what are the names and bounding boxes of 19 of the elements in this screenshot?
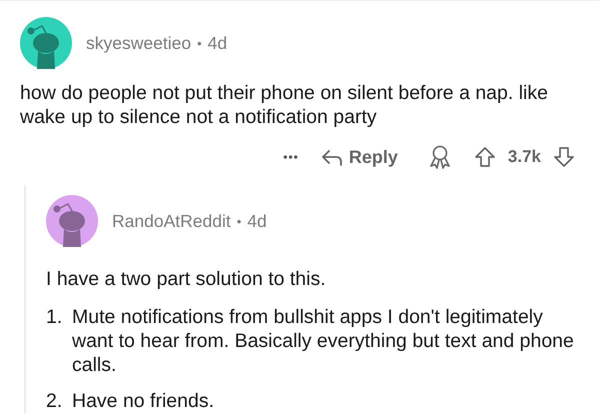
username[interactable]: skyesweetieo — [86, 32, 192, 54]
separator-dot: • — [197, 36, 202, 50]
comment-text: how do people not put their phone on silent before a nap. like wake up to silence not a notification party — [20, 81, 549, 129]
list-number: 2. — [46, 389, 64, 413]
more-button[interactable]: ••• — [283, 150, 299, 164]
timestamp: 4d — [247, 210, 267, 232]
comment-text: I have a two part solution to this. — [46, 267, 327, 291]
upvote-icon[interactable] — [474, 146, 496, 168]
reply-icon — [320, 148, 343, 166]
separator-dot: • — [236, 214, 242, 228]
list-item-text: Have no friends. — [72, 389, 214, 413]
list-item-text: Mute notifications from bullshit apps I don't legitimately want to hear from. Basically everything but text and phone calls. — [72, 305, 575, 377]
vote-count: 3.7k — [508, 147, 541, 167]
username[interactable]: RandoAtReddit — [112, 210, 231, 232]
award-icon[interactable] — [428, 145, 452, 169]
reply-button[interactable]: Reply — [320, 146, 398, 168]
list-number: 1. — [46, 305, 64, 330]
timestamp: 4d — [208, 32, 228, 54]
downvote-icon[interactable] — [553, 146, 575, 168]
